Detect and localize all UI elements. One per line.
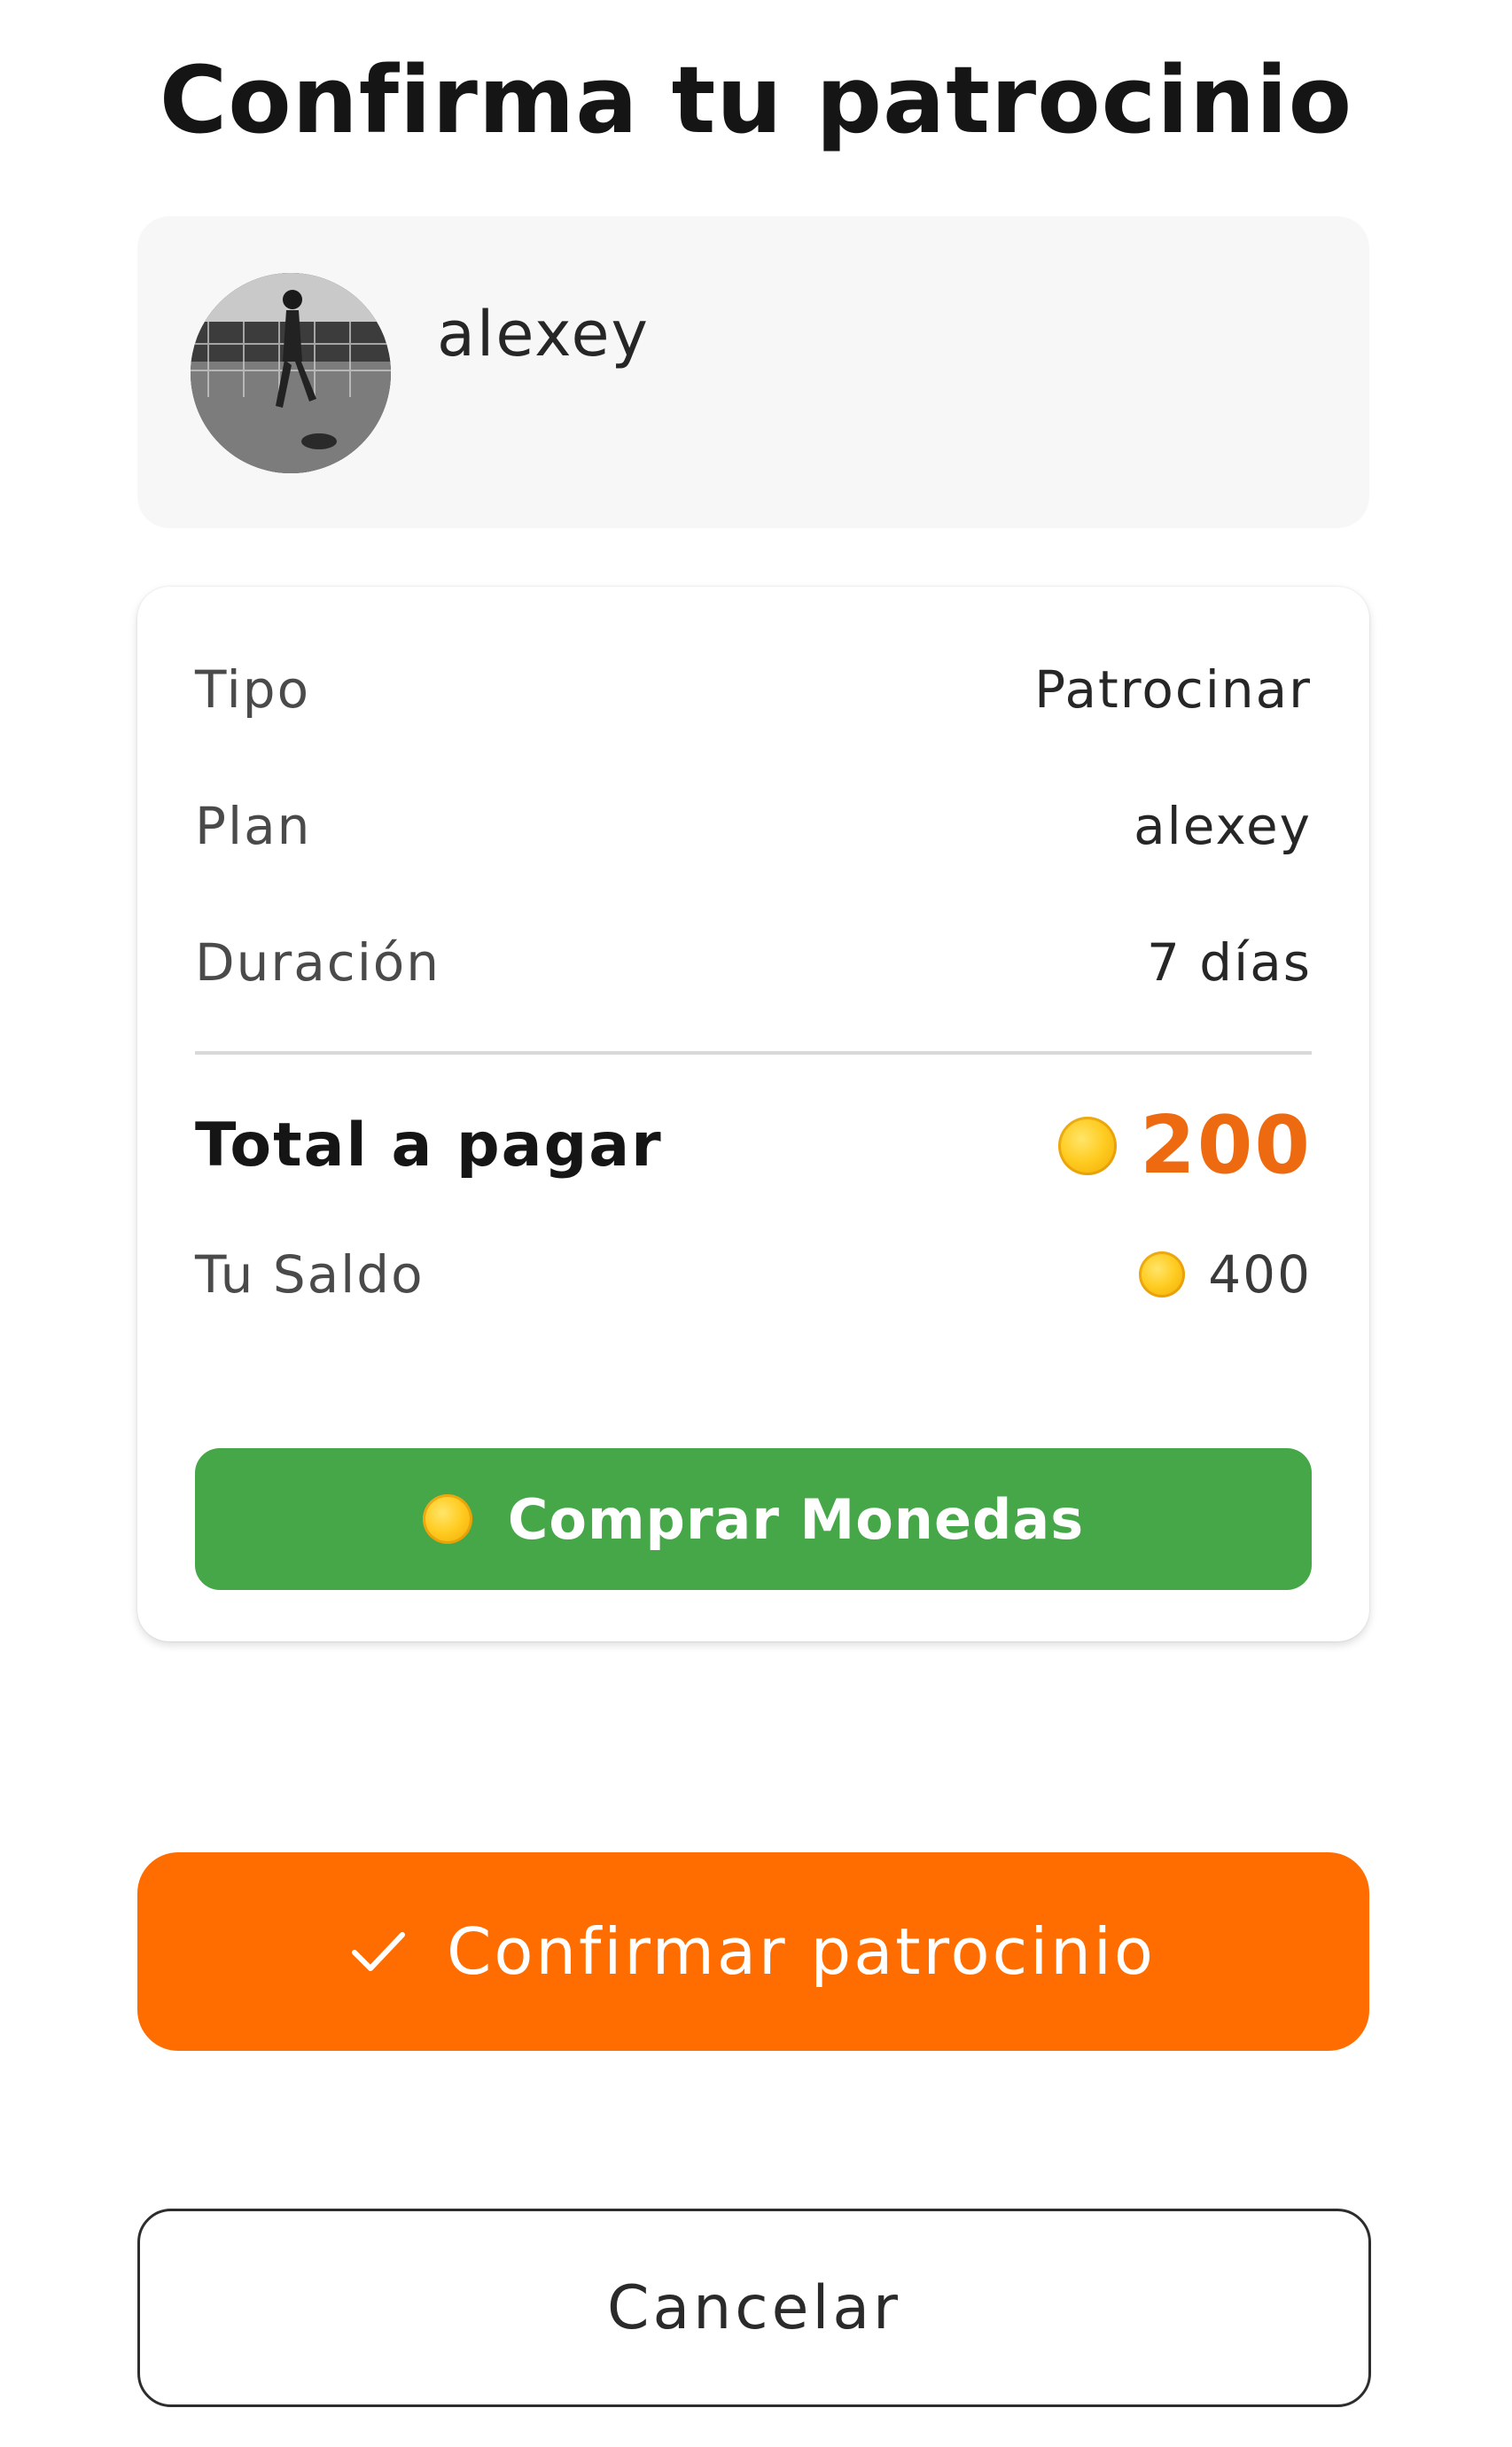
detail-label: Tipo [195, 659, 311, 720]
coin-icon [1058, 1116, 1118, 1175]
cancel-button[interactable]: Cancelar [137, 2209, 1371, 2407]
detail-row-tipo: Tipo Patrocinar [195, 659, 1312, 720]
confirm-sponsorship-label: Confirmar patrocinio [447, 1914, 1156, 1989]
balance-amount: 400 [1139, 1244, 1312, 1305]
total-row: Total a pagar 200 [195, 1099, 1312, 1192]
balance-value: 400 [1208, 1244, 1312, 1305]
detail-value: alexey [1134, 796, 1312, 856]
check-icon [351, 1914, 406, 1989]
page-title: Confirma tu patrocinio [159, 46, 1353, 154]
buy-coins-label: Comprar Monedas [507, 1486, 1085, 1552]
detail-label: Plan [195, 796, 312, 856]
detail-value: Patrocinar [1034, 659, 1312, 720]
sponsorship-confirm-screen: Confirma tu patrocinio alexey Tipo Patro… [0, 0, 1512, 2447]
total-value: 200 [1140, 1099, 1312, 1192]
avatar-photo-icon [191, 273, 391, 473]
coin-icon [422, 1494, 472, 1544]
profile-name: alexey [437, 298, 650, 370]
total-amount: 200 [1058, 1099, 1312, 1192]
profile-card: alexey [137, 216, 1369, 528]
detail-label: Duración [195, 932, 441, 993]
detail-value: 7 días [1146, 932, 1312, 993]
detail-row-plan: Plan alexey [195, 796, 1312, 856]
divider [195, 1051, 1312, 1055]
balance-label: Tu Saldo [195, 1244, 425, 1305]
details-card: Tipo Patrocinar Plan alexey Duración 7 d… [137, 587, 1369, 1641]
coin-icon [1139, 1251, 1186, 1298]
buy-coins-button[interactable]: Comprar Monedas [195, 1448, 1312, 1590]
cancel-label: Cancelar [607, 2272, 901, 2343]
total-label: Total a pagar [195, 1111, 663, 1181]
confirm-sponsorship-button[interactable]: Confirmar patrocinio [137, 1852, 1369, 2051]
avatar [191, 273, 391, 473]
balance-row: Tu Saldo 400 [195, 1244, 1312, 1305]
detail-row-duracion: Duración 7 días [195, 932, 1312, 993]
